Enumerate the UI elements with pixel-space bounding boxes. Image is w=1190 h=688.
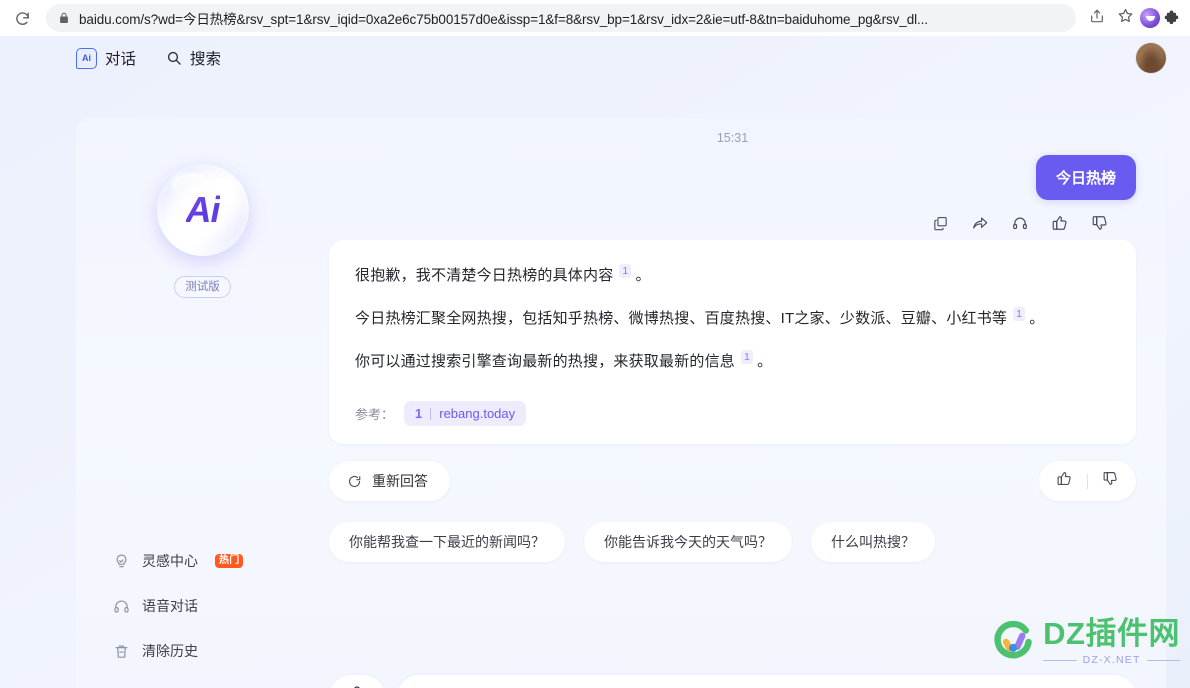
- microphone-button[interactable]: [329, 675, 385, 688]
- suggestion-chip[interactable]: 你能帮我查一下最近的新闻吗？: [329, 522, 565, 562]
- answer-footer: 重新回答: [329, 461, 1136, 501]
- user-message-bubble: 今日热榜: [1035, 155, 1136, 200]
- message-input[interactable]: 你可以问我任何问题: [397, 675, 1136, 688]
- lightbulb-icon: [112, 552, 130, 570]
- sidebar-menu: 灵感中心 热门 语音对话 清除历史: [76, 551, 329, 688]
- page-root: Ai 对话 搜索 Ai 测试版 灵感中心 热门 语音对话 清除历史 15:31 …: [0, 36, 1190, 688]
- suggestion-chip[interactable]: 什么叫热搜？: [811, 522, 935, 562]
- ai-logo-icon: Ai: [76, 47, 97, 69]
- extension-dot-icon[interactable]: [1140, 8, 1160, 28]
- sidebar-item-label: 语音对话: [142, 598, 198, 614]
- reload-icon: [14, 10, 31, 27]
- composer: 你可以问我任何问题: [329, 675, 1136, 688]
- app-nav: Ai 对话 搜索: [76, 47, 221, 69]
- hot-badge: 热门: [215, 553, 244, 569]
- tab-search-label: 搜索: [190, 51, 222, 68]
- sidebar-item-inspiration[interactable]: 灵感中心 热门: [112, 551, 329, 571]
- conversation-column: 15:31 今日热榜 很抱歉，我不清楚今日热榜的具体内容 1 。 今日热榜汇聚全…: [329, 118, 1166, 688]
- search-icon: [166, 50, 182, 66]
- browser-nav-buttons: [8, 4, 36, 32]
- reload-button[interactable]: [8, 4, 36, 32]
- answer-paragraph: 你可以通过搜索引擎查询最新的热搜，来获取最新的信息 1。: [355, 350, 1110, 374]
- vote-divider: [1087, 473, 1088, 489]
- paragraph-text: 今日热榜汇聚全网热搜，包括知乎热榜、微博热搜、百度热搜、IT之家、少数派、豆瓣、…: [355, 310, 1008, 327]
- reference-row: 参考： 1 rebang.today: [355, 393, 1110, 426]
- reference-label: 参考：: [355, 407, 395, 422]
- tab-dialogue-label: 对话: [105, 51, 137, 68]
- suggestion-chip[interactable]: 你能告诉我今天的天气吗？: [584, 522, 792, 562]
- reference-divider: [430, 407, 432, 420]
- browser-extensions: [1140, 8, 1182, 28]
- paragraph-tail: 。: [1029, 310, 1045, 327]
- tab-dialogue[interactable]: Ai 对话: [76, 47, 136, 69]
- share-icon[interactable]: [971, 214, 989, 232]
- user-avatar[interactable]: [1136, 43, 1166, 73]
- paragraph-text: 很抱歉，我不清楚今日热榜的具体内容: [355, 267, 614, 284]
- vote-pill: [1039, 461, 1136, 501]
- refresh-icon: [347, 474, 362, 489]
- address-bar[interactable]: baidu.com/s?wd=今日热榜&rsv_spt=1&rsv_iqid=0…: [46, 4, 1076, 32]
- citation-marker[interactable]: 1: [741, 350, 754, 365]
- listen-icon[interactable]: [1011, 214, 1029, 232]
- citation-marker[interactable]: 1: [619, 264, 632, 279]
- assistant-orb-icon: Ai: [156, 164, 249, 256]
- reply-action-bar: [329, 214, 1109, 232]
- reference-chip[interactable]: 1 rebang.today: [404, 401, 527, 426]
- suggestion-chips: 你能帮我查一下最近的新闻吗？ 你能告诉我今天的天气吗？ 什么叫热搜？: [329, 522, 1136, 562]
- copy-icon[interactable]: [932, 215, 949, 232]
- reference-index: 1: [415, 406, 423, 421]
- tab-search[interactable]: 搜索: [166, 47, 221, 69]
- sidebar-item-label: 清除历史: [142, 643, 198, 659]
- assistant-message-bubble: 很抱歉，我不清楚今日热榜的具体内容 1。 今日热榜汇聚全网热搜，包括知乎热榜、微博…: [329, 240, 1136, 444]
- reference-site: rebang.today: [439, 406, 516, 421]
- thumbs-up-icon[interactable]: [1051, 214, 1069, 232]
- omnibox-actions: [1084, 5, 1138, 31]
- paragraph-tail: 。: [757, 353, 773, 370]
- paragraph-text: 你可以通过搜索引擎查询最新的热搜，来获取最新的信息: [355, 353, 736, 370]
- assistant-identity: Ai 测试版: [76, 164, 329, 298]
- headphones-icon: [112, 597, 130, 615]
- sidebar-item-label: 灵感中心: [142, 553, 198, 569]
- paragraph-tail: 。: [635, 267, 651, 284]
- user-message-row: 今日热榜: [329, 155, 1136, 200]
- assistant-logo-text: Ai: [185, 189, 221, 230]
- trash-icon: [112, 642, 130, 660]
- star-icon: [1117, 7, 1134, 29]
- app-header: Ai 对话 搜索: [0, 36, 1190, 80]
- answer-paragraph: 很抱歉，我不清楚今日热榜的具体内容 1。: [355, 264, 1110, 288]
- address-bar-url: baidu.com/s?wd=今日热榜&rsv_spt=1&rsv_iqid=0…: [79, 12, 928, 27]
- share-button[interactable]: [1084, 5, 1110, 31]
- lock-icon: [58, 11, 70, 25]
- browser-toolbar: baidu.com/s?wd=今日热榜&rsv_spt=1&rsv_iqid=0…: [0, 0, 1190, 36]
- regenerate-button[interactable]: 重新回答: [329, 461, 450, 501]
- thumbs-down-icon[interactable]: [1091, 214, 1109, 232]
- beta-badge: 测试版: [174, 276, 231, 298]
- share-icon: [1089, 8, 1105, 29]
- thumbs-up-icon[interactable]: [1056, 470, 1073, 492]
- message-timestamp: 15:31: [716, 131, 749, 145]
- thumbs-down-icon[interactable]: [1102, 470, 1119, 492]
- regenerate-label: 重新回答: [372, 473, 428, 489]
- main-panel: Ai 测试版 灵感中心 热门 语音对话 清除历史 15:31 今日热榜 很抱歉，…: [76, 118, 1166, 688]
- sidebar-item-voice-chat[interactable]: 语音对话: [112, 596, 329, 616]
- bookmark-button[interactable]: [1112, 5, 1138, 31]
- answer-paragraph: 今日热榜汇聚全网热搜，包括知乎热榜、微博热搜、百度热搜、IT之家、少数派、豆瓣、…: [355, 307, 1110, 331]
- sidebar-item-clear-history[interactable]: 清除历史: [112, 641, 329, 661]
- sidebar: Ai 测试版 灵感中心 热门 语音对话 清除历史: [76, 118, 329, 688]
- citation-marker[interactable]: 1: [1013, 307, 1026, 322]
- puzzle-icon[interactable]: [1164, 9, 1182, 27]
